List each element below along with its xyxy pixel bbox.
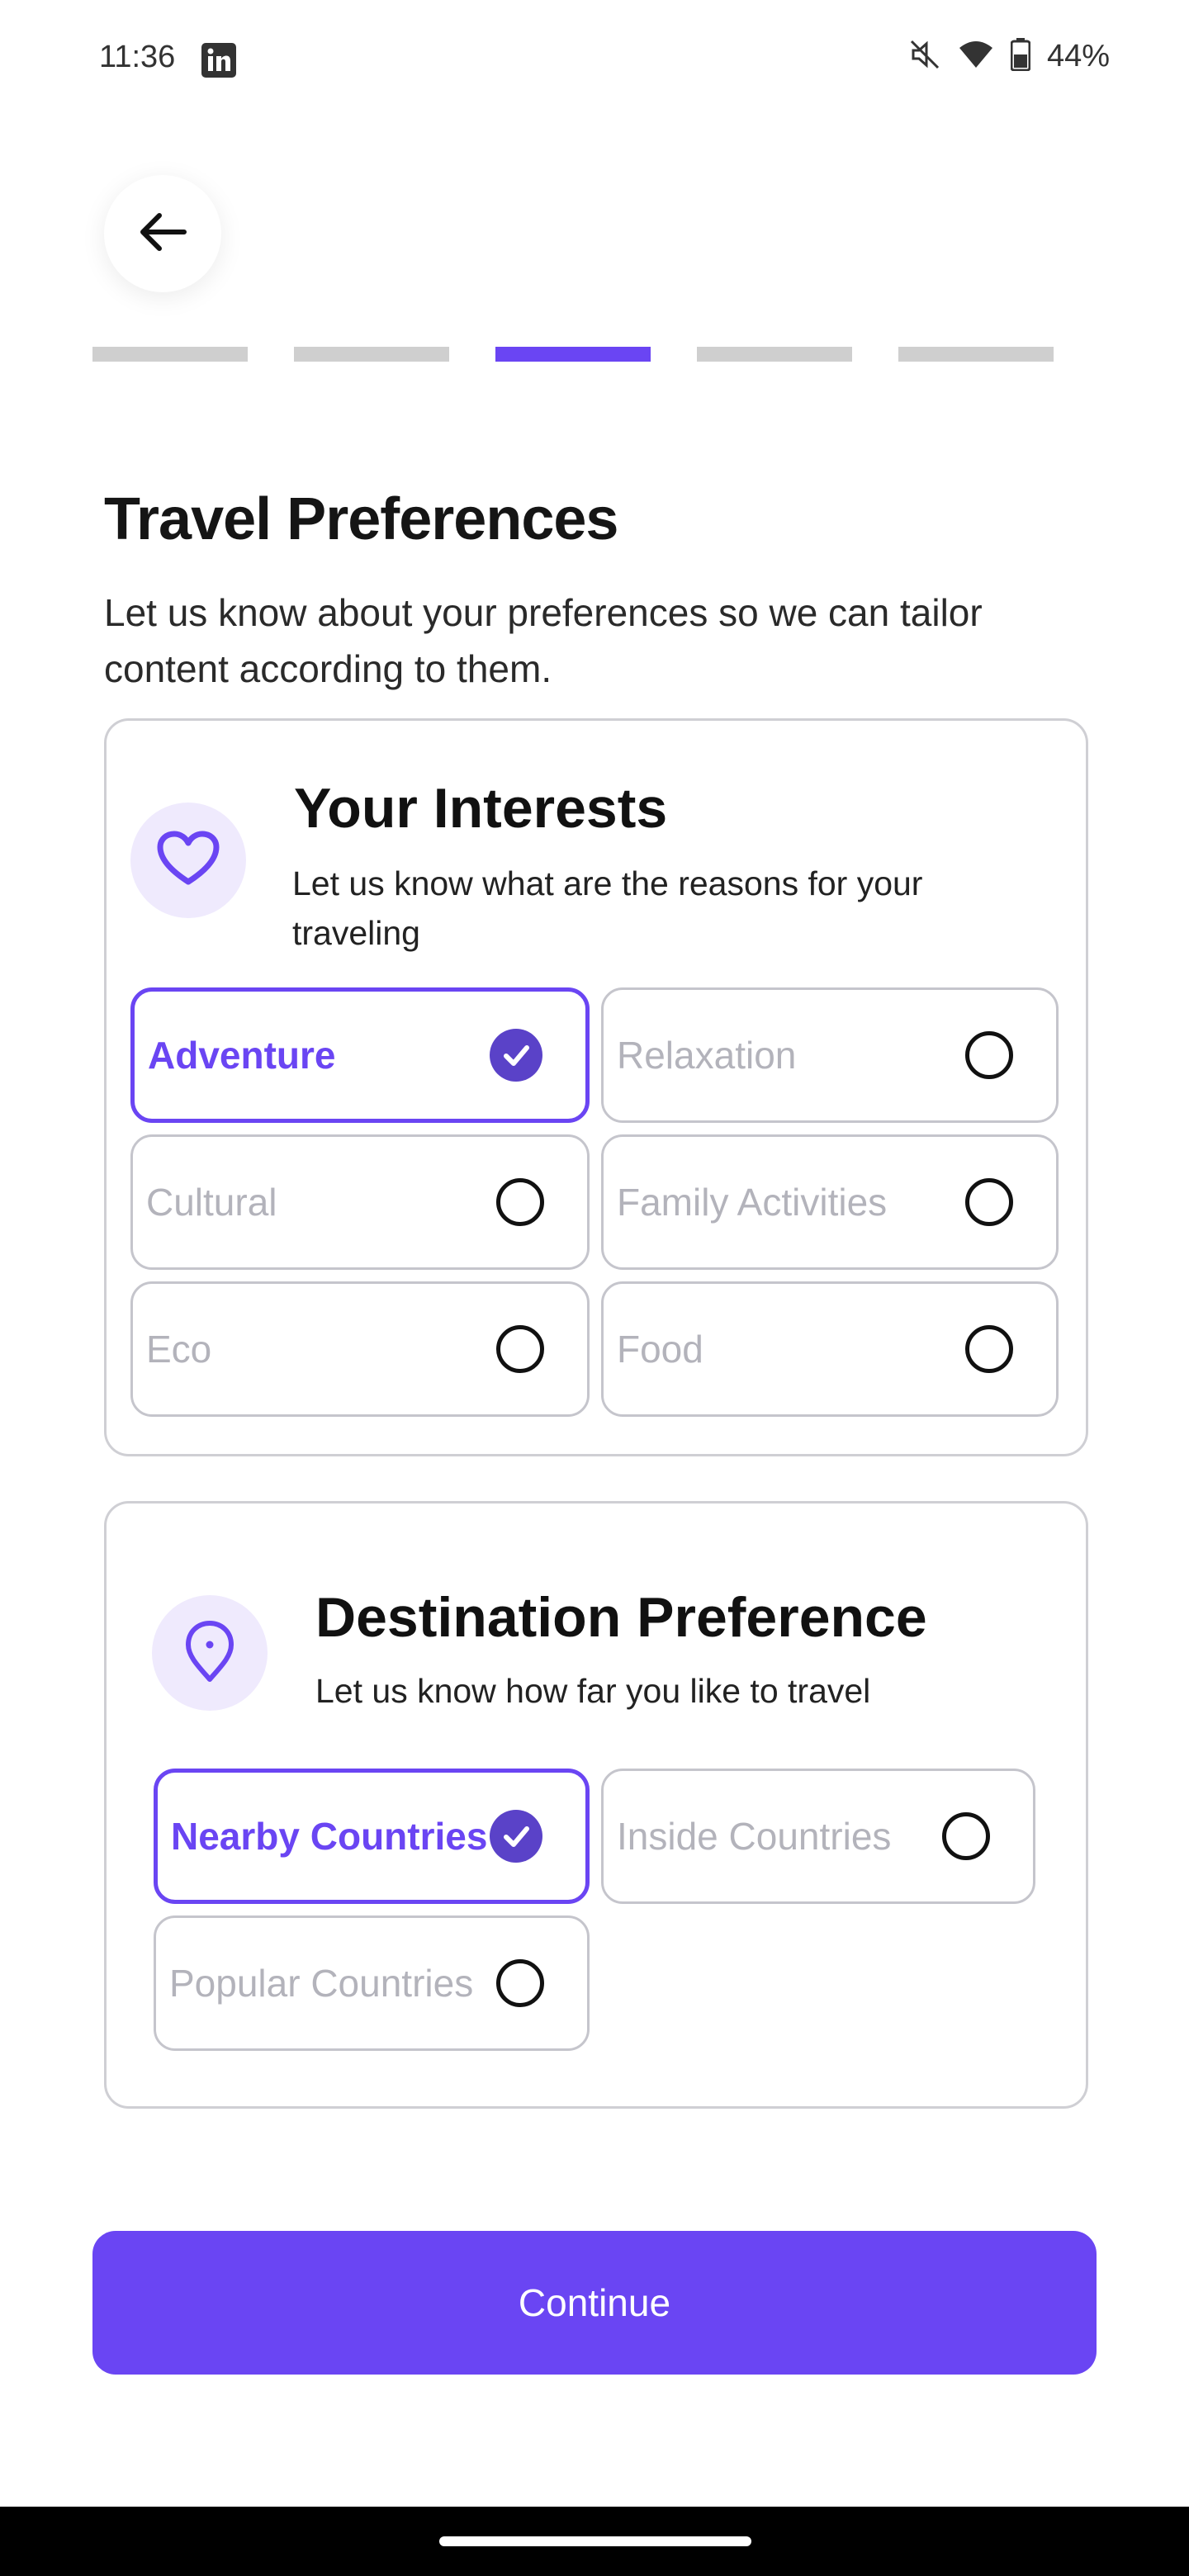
option-label: Adventure [148, 1034, 336, 1077]
destination-subtitle: Let us know how far you like to travel [315, 1672, 871, 1710]
status-time: 11:36 [99, 40, 176, 74]
option-label: Cultural [146, 1181, 277, 1224]
option-label: Food [617, 1328, 703, 1371]
option-relaxation[interactable]: Relaxation [601, 987, 1059, 1123]
radio-unchecked-icon [965, 1031, 1013, 1079]
radio-unchecked-icon [496, 1325, 544, 1373]
mute-icon [908, 38, 941, 75]
progress-step-1 [92, 347, 248, 362]
radio-unchecked-icon [965, 1178, 1013, 1226]
arrow-left-icon [136, 206, 189, 263]
home-indicator[interactable] [439, 2536, 751, 2546]
option-label: Eco [146, 1328, 212, 1371]
page-title: Travel Preferences [104, 486, 618, 552]
option-label: Family Activities [617, 1181, 888, 1224]
progress-step-5 [898, 347, 1054, 362]
progress-step-3-active [495, 347, 651, 362]
checkmark-icon [490, 1810, 542, 1863]
option-inside-countries[interactable]: Inside Countries [601, 1769, 1035, 1904]
radio-unchecked-icon [942, 1812, 990, 1860]
option-cultural[interactable]: Cultural [130, 1134, 590, 1270]
option-label: Inside Countries [617, 1815, 892, 1858]
destination-icon-circle [152, 1595, 268, 1711]
interests-icon-circle [130, 803, 246, 918]
progress-step-2 [294, 347, 449, 362]
radio-unchecked-icon [496, 1178, 544, 1226]
interests-subtitle: Let us know what are the reasons for you… [292, 864, 923, 952]
option-label: Popular Countries [169, 1962, 474, 2005]
linkedin-icon [201, 43, 236, 78]
battery-icon [1010, 38, 1031, 75]
battery-percentage: 44% [1046, 39, 1110, 73]
option-eco[interactable]: Eco [130, 1281, 590, 1417]
radio-unchecked-icon [965, 1325, 1013, 1373]
option-family-activities[interactable]: Family Activities [601, 1134, 1059, 1270]
destination-title: Destination Preference [315, 1586, 927, 1649]
option-nearby-countries[interactable]: Nearby Countries [154, 1769, 590, 1904]
page-subtitle: Let us know about your preferences so we… [104, 591, 983, 690]
continue-button[interactable]: Continue [92, 2231, 1097, 2375]
location-pin-icon [183, 1618, 236, 1688]
wifi-icon [958, 40, 994, 73]
checkmark-icon [490, 1029, 542, 1082]
heart-icon [157, 831, 220, 891]
back-button[interactable] [104, 175, 221, 292]
option-popular-countries[interactable]: Popular Countries [154, 1915, 590, 2051]
option-label: Relaxation [617, 1034, 797, 1077]
option-label: Nearby Countries [171, 1815, 488, 1858]
status-icons: 44% [908, 38, 1110, 75]
option-food[interactable]: Food [601, 1281, 1059, 1417]
interests-title: Your Interests [294, 777, 668, 840]
progress-step-4 [697, 347, 852, 362]
radio-unchecked-icon [496, 1959, 544, 2007]
option-adventure[interactable]: Adventure [130, 987, 590, 1123]
